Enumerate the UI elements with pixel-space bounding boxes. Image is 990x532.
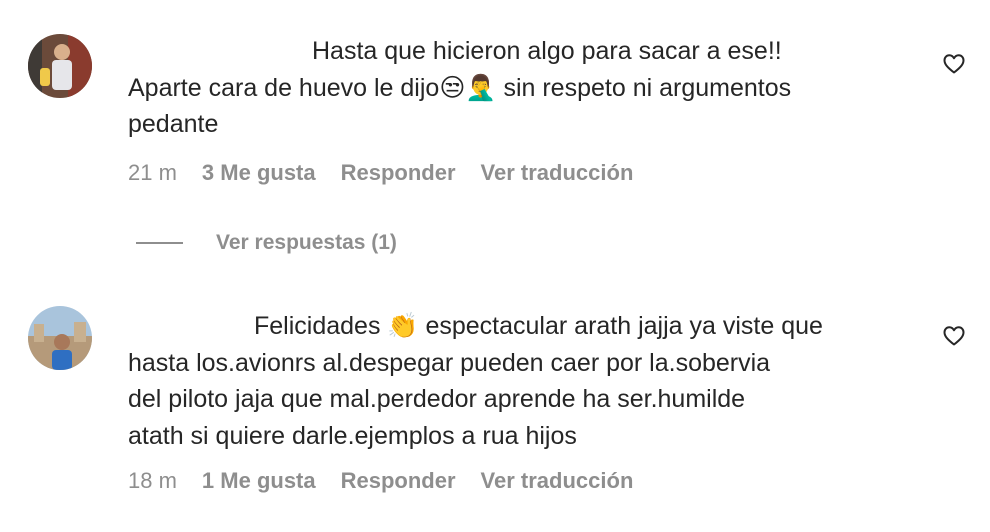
reply-button[interactable]: Responder bbox=[341, 160, 456, 186]
comment-text: Hasta que hicieron algo para sacar a ese… bbox=[128, 33, 918, 143]
user-avatar[interactable] bbox=[28, 306, 92, 370]
heart-icon[interactable] bbox=[942, 324, 966, 348]
comment-text: Felicidades 👏 espectacular arath jajja y… bbox=[128, 308, 918, 454]
translate-button[interactable]: Ver traducción bbox=[481, 468, 634, 494]
user-avatar[interactable] bbox=[28, 34, 92, 98]
comment-line: pedante bbox=[128, 110, 219, 138]
comment-line: hasta los.avionrs al.despegar pueden cae… bbox=[128, 348, 771, 377]
replies-divider bbox=[136, 242, 183, 244]
likes-count[interactable]: 3 Me gusta bbox=[202, 160, 316, 186]
comment-line: Felicidades 👏 espectacular arath jajja y… bbox=[254, 312, 823, 340]
likes-count[interactable]: 1 Me gusta bbox=[202, 468, 316, 494]
comment-meta: 21 m 3 Me gusta Responder Ver traducción bbox=[128, 160, 658, 186]
comment-line: del piloto jaja que mal.perdedor aprende… bbox=[128, 385, 746, 413]
comment-meta: 18 m 1 Me gusta Responder Ver traducción bbox=[128, 468, 658, 494]
comment-time: 18 m bbox=[128, 468, 177, 493]
translate-button[interactable]: Ver traducción bbox=[481, 160, 634, 186]
reply-button[interactable]: Responder bbox=[341, 468, 456, 494]
view-replies-button[interactable]: Ver respuestas (1) bbox=[136, 231, 397, 255]
comment-time: 21 m bbox=[128, 160, 177, 185]
view-replies-label: Ver respuestas (1) bbox=[216, 231, 397, 254]
comment-line: atath si quiere darle.ejemplos a rua hij… bbox=[128, 421, 577, 450]
comment-line: Aparte cara de huevo le dijo😒🤦‍♂️ sin re… bbox=[128, 73, 792, 102]
comment-line: Hasta que hicieron algo para sacar a ese… bbox=[312, 37, 782, 65]
heart-icon[interactable] bbox=[942, 52, 966, 76]
